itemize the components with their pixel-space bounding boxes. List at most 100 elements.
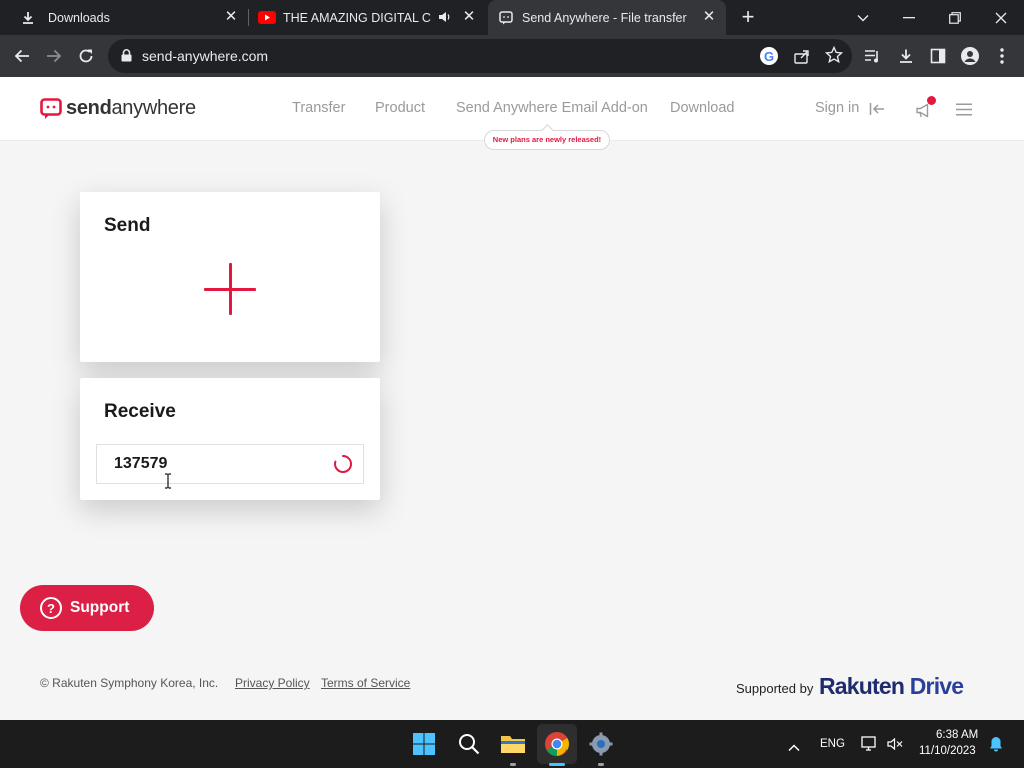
support-label: Support <box>70 599 130 616</box>
add-file-button[interactable] <box>204 263 256 315</box>
taskbar-search-button[interactable] <box>455 730 483 758</box>
avatar-icon <box>961 47 979 65</box>
close-icon[interactable]: ✕ <box>222 8 240 26</box>
side-panel-icon <box>930 48 946 64</box>
rakuten-logo-text: Rakuten <box>819 673 905 699</box>
receive-key-input[interactable] <box>96 444 364 484</box>
running-indicator <box>598 763 604 766</box>
folder-icon <box>501 736 525 753</box>
sign-in-icon[interactable] <box>869 102 885 121</box>
terms-of-service-link[interactable]: Terms of Service <box>321 676 410 690</box>
chevron-up-icon[interactable] <box>788 739 800 757</box>
search-icon <box>459 734 480 755</box>
minimize-icon <box>903 16 915 18</box>
loading-spinner-icon <box>333 454 353 474</box>
nav-download[interactable]: Download <box>670 100 735 116</box>
tab-send-anywhere[interactable]: Send Anywhere - File transfer ✕ <box>488 0 726 35</box>
logo-text-anywhere: anywhere <box>111 97 196 119</box>
send-card-title: Send <box>104 215 151 236</box>
send-anywhere-logo[interactable]: sendanywhere <box>40 97 196 120</box>
chevron-down-icon <box>857 14 869 21</box>
nav-email-addon[interactable]: Send Anywhere Email Add-on <box>456 100 648 116</box>
copyright-text: © Rakuten Symphony Korea, Inc. <box>40 676 219 690</box>
close-window-button[interactable] <box>978 0 1024 35</box>
youtube-icon <box>258 11 276 24</box>
network-icon[interactable] <box>861 736 879 757</box>
bell-icon[interactable] <box>989 736 1003 757</box>
tab-title: Downloads <box>48 10 110 25</box>
logo-text-send: send <box>66 97 112 119</box>
profile-button[interactable] <box>956 42 984 70</box>
new-tab-button[interactable]: + <box>736 6 760 30</box>
speaker-icon[interactable] <box>438 10 452 24</box>
nav-transfer[interactable]: Transfer <box>292 100 345 116</box>
close-icon[interactable]: ✕ <box>460 8 478 26</box>
sign-in-link[interactable]: Sign in <box>815 100 859 116</box>
back-button[interactable] <box>8 42 36 70</box>
gear-icon <box>589 732 613 756</box>
windows-logo-icon <box>413 733 435 755</box>
chrome-icon <box>545 732 569 756</box>
help-icon: ? <box>40 597 62 619</box>
send-anywhere-favicon <box>498 10 514 26</box>
tab-title: THE AMAZING DIGITAL CIRC <box>283 10 431 25</box>
address-bar[interactable]: send-anywhere.com G <box>108 39 852 73</box>
send-card: Send <box>80 192 380 362</box>
megaphone-icon[interactable] <box>915 96 936 120</box>
tab-downloads[interactable]: Downloads ✕ <box>12 0 248 35</box>
send-anywhere-logo-icon <box>40 97 62 120</box>
clock-date[interactable]: 11/10/2023 <box>919 745 976 757</box>
share-icon[interactable] <box>793 47 811 70</box>
settings-taskbar-button[interactable] <box>587 730 615 758</box>
language-indicator[interactable]: ENG <box>820 738 845 750</box>
rakuten-drive-logo[interactable]: Rakuten Drive <box>819 673 964 700</box>
active-app-indicator <box>549 763 565 766</box>
forward-button[interactable] <box>40 42 68 70</box>
browser-menu-button[interactable] <box>988 42 1016 70</box>
receive-card: Receive <box>80 378 380 500</box>
google-icon[interactable]: G <box>760 47 778 65</box>
browser-tab-strip: Downloads ✕ THE AMAZING DIGITAL CIRC ✕ S… <box>0 0 1024 35</box>
kebab-menu-icon <box>1000 48 1004 64</box>
side-panel-button[interactable] <box>924 42 952 70</box>
logo-text: sendanywhere <box>66 97 196 120</box>
file-explorer-button[interactable] <box>499 730 527 758</box>
tab-title: Send Anywhere - File transfer <box>522 10 687 25</box>
supported-by-text: Supported by <box>736 681 814 696</box>
hamburger-menu-icon[interactable] <box>956 103 972 121</box>
close-icon[interactable]: ✕ <box>700 8 718 26</box>
download-icon <box>900 49 912 63</box>
chrome-taskbar-button[interactable] <box>543 730 571 758</box>
reading-list-button[interactable] <box>859 42 887 70</box>
receive-card-title: Receive <box>104 401 176 422</box>
star-icon[interactable] <box>824 45 844 69</box>
lock-icon[interactable] <box>121 49 132 67</box>
arrow-left-icon <box>14 49 29 63</box>
playlist-icon <box>865 50 878 63</box>
browser-toolbar: send-anywhere.com G <box>0 35 1024 77</box>
tab-youtube[interactable]: THE AMAZING DIGITAL CIRC ✕ <box>250 0 486 35</box>
drive-logo-text: Drive <box>909 673 964 699</box>
url-text: send-anywhere.com <box>142 48 269 64</box>
clock-time[interactable]: 6:38 AM <box>936 729 978 741</box>
start-button[interactable] <box>410 730 438 758</box>
restore-icon <box>949 11 961 24</box>
running-indicator <box>510 763 516 766</box>
support-button[interactable]: ? Support <box>20 585 154 631</box>
privacy-policy-link[interactable]: Privacy Policy <box>235 676 310 690</box>
reload-icon <box>79 49 93 63</box>
download-icon <box>20 10 36 26</box>
arrow-right-icon <box>47 49 62 63</box>
minimize-button[interactable] <box>886 0 932 35</box>
nav-product[interactable]: Product <box>375 100 425 116</box>
text-cursor-icon <box>164 473 172 494</box>
windows-taskbar: ENG 6:38 AM 11/10/2023 <box>0 720 1024 768</box>
close-icon <box>995 12 1007 23</box>
downloads-button[interactable] <box>892 42 920 70</box>
volume-muted-icon[interactable] <box>887 737 903 756</box>
tab-search-button[interactable] <box>840 0 886 35</box>
new-plans-badge[interactable]: New plans are newly released! <box>484 130 610 150</box>
tab-separator <box>248 9 249 26</box>
reload-button[interactable] <box>72 42 100 70</box>
restore-button[interactable] <box>932 0 978 35</box>
